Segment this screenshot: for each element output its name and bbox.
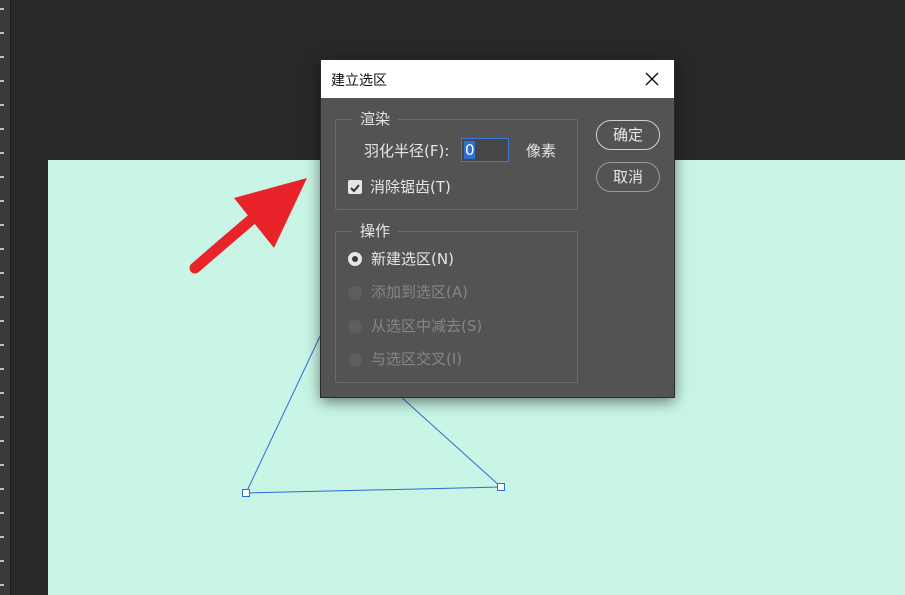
ruler-tick [0,584,4,586]
option-add-to-selection-label: 添加到选区(A) [371,283,468,301]
ruler-tick [0,488,4,490]
ruler-tick [0,128,4,130]
ruler-tick [0,248,4,250]
antialias-checkbox[interactable] [348,180,362,194]
ruler-tick [0,320,4,322]
radio-subtract-from-selection[interactable] [348,320,362,334]
ruler-tick [0,272,4,274]
ruler-tick [0,368,4,370]
radio-new-selection[interactable] [348,252,362,266]
option-new-selection-label[interactable]: 新建选区(N) [371,249,454,269]
operation-group-title: 操作 [352,221,399,241]
dialog-title: 建立选区 [331,73,387,89]
ruler-tick [0,536,4,538]
ruler-tick [0,200,4,202]
ruler-tick [0,560,4,562]
render-group-title: 渲染 [352,109,399,129]
ruler-tick [0,440,4,442]
ruler-tick [0,344,4,346]
checkmark-icon [350,184,360,193]
ok-button[interactable]: 确定 [596,120,660,150]
ruler-tick [0,152,4,154]
cancel-button[interactable]: 取消 [596,162,660,192]
ruler-tick [0,176,4,178]
ruler-tick [0,8,4,10]
ruler-tick [0,224,4,226]
radio-intersect-selection[interactable] [348,353,362,367]
antialias-label[interactable]: 消除锯齿(T) [370,177,451,197]
feather-label: 羽化半径(F): [364,142,450,160]
ruler-tick [0,464,4,466]
make-selection-dialog: 建立选区 渲染 羽化半径(F): 0 像素 消除锯齿(T) 操作 新建选区(N) [321,60,674,397]
close-icon[interactable] [639,66,665,92]
feather-unit: 像素 [526,142,557,160]
feather-value: 0 [465,141,475,159]
option-subtract-label: 从选区中减去(S) [371,317,483,335]
left-ruler [0,0,11,595]
ruler-tick [0,104,4,106]
photoshop-workspace: 建立选区 渲染 羽化半径(F): 0 像素 消除锯齿(T) 操作 新建选区(N) [0,0,905,595]
ruler-tick [0,296,4,298]
dialog-titlebar[interactable]: 建立选区 [321,60,674,98]
ruler-tick [0,80,4,82]
ruler-tick [0,416,4,418]
ruler-tick [0,56,4,58]
ruler-tick [0,512,4,514]
ruler-tick [0,32,4,34]
ruler-tick [0,392,4,394]
option-intersect-label: 与选区交叉(I) [371,350,463,368]
radio-add-to-selection[interactable] [348,286,362,300]
